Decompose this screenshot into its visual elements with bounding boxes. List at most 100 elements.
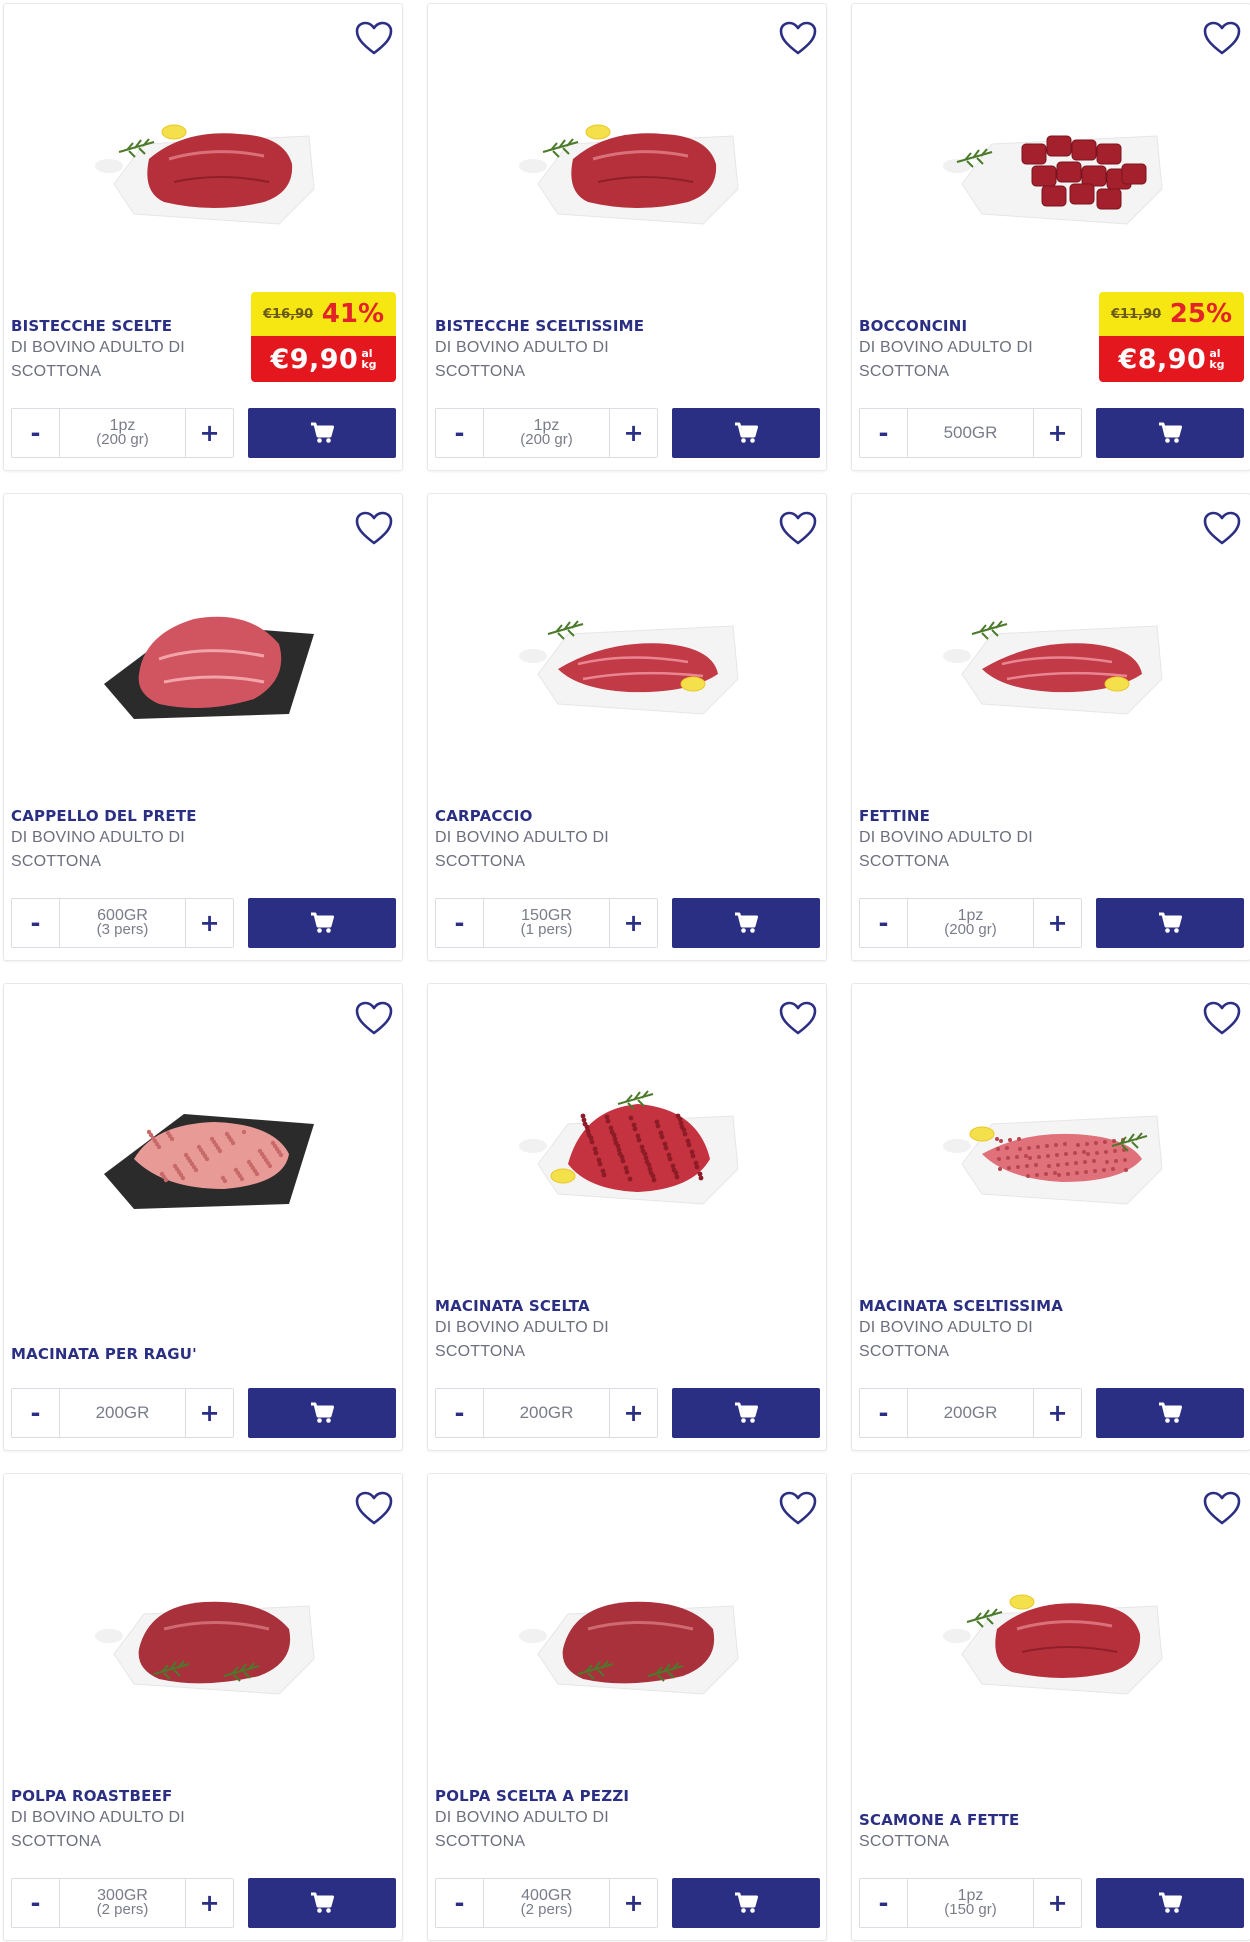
price-unit: al kg (1209, 347, 1225, 371)
product-card: MACINATA SCELTISSIMA DI BOVINO ADULTO DI… (851, 983, 1250, 1451)
decrease-quantity-button[interactable]: - (860, 1389, 908, 1437)
product-subtitle-line2: SCOTTONA (435, 1343, 526, 1360)
add-to-cart-button[interactable] (672, 898, 820, 948)
product-name[interactable]: MACINATA SCELTA (435, 1296, 675, 1316)
decrease-quantity-button[interactable]: - (436, 1879, 484, 1927)
decrease-quantity-button[interactable]: - (12, 409, 60, 457)
add-to-cart-button[interactable] (1096, 1388, 1244, 1438)
product-grid: BISTECCHE SCELTE DI BOVINO ADULTO DI SCO… (0, 0, 1250, 1942)
product-name[interactable]: BISTECCHE SCELTISSIME (435, 316, 675, 336)
decrease-quantity-button[interactable]: - (860, 1879, 908, 1927)
quantity-sub: (1 pers) (520, 921, 573, 938)
add-to-cart-button[interactable] (248, 1388, 396, 1438)
product-image[interactable] (912, 564, 1192, 734)
product-card: SCAMONE A FETTE SCOTTONA - 1pz (150 gr) … (851, 1473, 1250, 1941)
product-subtitle-line2: SCOTTONA (11, 363, 102, 380)
increase-quantity-button[interactable]: + (185, 1389, 233, 1437)
add-to-cart-button[interactable] (672, 408, 820, 458)
product-info: CAPPELLO DEL PRETE DI BOVINO ADULTO DI S… (11, 806, 251, 874)
wishlist-heart-icon[interactable] (778, 20, 818, 56)
increase-quantity-button[interactable]: + (185, 409, 233, 457)
decrease-quantity-button[interactable]: - (436, 409, 484, 457)
increase-quantity-button[interactable]: + (609, 899, 657, 947)
increase-quantity-button[interactable]: + (609, 1389, 657, 1437)
add-to-cart-button[interactable] (672, 1388, 820, 1438)
wishlist-heart-icon[interactable] (354, 510, 394, 546)
shopping-cart-icon (311, 912, 334, 933)
product-name[interactable]: CAPPELLO DEL PRETE (11, 806, 251, 826)
product-name[interactable]: POLPA SCELTA A PEZZI (435, 1786, 675, 1806)
wishlist-heart-icon[interactable] (778, 1490, 818, 1526)
product-image[interactable] (64, 564, 344, 734)
product-subtitle-line2: SCOTTONA (859, 853, 950, 870)
add-to-cart-button[interactable] (248, 1878, 396, 1928)
product-subtitle-line1: DI BOVINO ADULTO DI (11, 339, 185, 356)
product-image[interactable] (488, 1544, 768, 1714)
product-name[interactable]: BISTECCHE SCELTE (11, 316, 251, 336)
product-image[interactable] (64, 74, 344, 244)
quantity-value: 500GR (908, 409, 1033, 457)
wishlist-heart-icon[interactable] (1202, 1000, 1242, 1036)
shopping-cart-icon (311, 1892, 334, 1913)
add-to-cart-button[interactable] (248, 408, 396, 458)
quantity-stepper: - 400GR (2 pers) + (435, 1878, 658, 1928)
increase-quantity-button[interactable]: + (609, 409, 657, 457)
product-name[interactable]: POLPA ROASTBEEF (11, 1786, 251, 1806)
product-image[interactable] (488, 564, 768, 734)
increase-quantity-button[interactable]: + (609, 1879, 657, 1927)
decrease-quantity-button[interactable]: - (436, 899, 484, 947)
product-image[interactable] (64, 1054, 344, 1224)
increase-quantity-button[interactable]: + (1033, 1879, 1081, 1927)
increase-quantity-button[interactable]: + (1033, 899, 1081, 947)
wishlist-heart-icon[interactable] (1202, 20, 1242, 56)
product-name[interactable]: MACINATA SCELTISSIMA (859, 1296, 1099, 1316)
promo-badge: €11,90 25% €8,90 al kg (1099, 292, 1244, 382)
discount-percent: 25% (1169, 299, 1232, 329)
decrease-quantity-button[interactable]: - (12, 899, 60, 947)
product-image[interactable] (912, 1544, 1192, 1714)
product-subtitle-line1: DI BOVINO ADULTO DI (435, 1809, 609, 1826)
decrease-quantity-button[interactable]: - (12, 1879, 60, 1927)
decrease-quantity-button[interactable]: - (12, 1389, 60, 1437)
add-to-cart-button[interactable] (1096, 408, 1244, 458)
increase-quantity-button[interactable]: + (185, 1879, 233, 1927)
wishlist-heart-icon[interactable] (354, 20, 394, 56)
increase-quantity-button[interactable]: + (1033, 1389, 1081, 1437)
product-name[interactable]: MACINATA PER RAGU' (11, 1344, 251, 1364)
wishlist-heart-icon[interactable] (1202, 510, 1242, 546)
product-name[interactable]: CARPACCIO (435, 806, 675, 826)
wishlist-heart-icon[interactable] (354, 1490, 394, 1526)
product-info: SCAMONE A FETTE SCOTTONA (859, 1810, 1099, 1854)
product-name[interactable]: FETTINE (859, 806, 1099, 826)
increase-quantity-button[interactable]: + (185, 899, 233, 947)
quantity-value: 1pz (150 gr) (908, 1879, 1033, 1927)
add-to-cart-button[interactable] (672, 1878, 820, 1928)
product-image[interactable] (488, 1054, 768, 1224)
product-image[interactable] (912, 1054, 1192, 1224)
product-image[interactable] (64, 1544, 344, 1714)
decrease-quantity-button[interactable]: - (860, 409, 908, 457)
quantity-value: 400GR (2 pers) (484, 1879, 609, 1927)
wishlist-heart-icon[interactable] (778, 1000, 818, 1036)
decrease-quantity-button[interactable]: - (436, 1389, 484, 1437)
decrease-quantity-button[interactable]: - (860, 899, 908, 947)
product-name[interactable]: BOCCONCINI (859, 316, 1099, 336)
add-to-cart-button[interactable] (1096, 1878, 1244, 1928)
product-image[interactable] (912, 74, 1192, 244)
product-info: MACINATA PER RAGU' (11, 1344, 251, 1364)
product-image[interactable] (488, 74, 768, 244)
promo-price: €9,90 (270, 343, 359, 375)
thin-slices-illustration (519, 620, 739, 715)
wishlist-heart-icon[interactable] (1202, 1490, 1242, 1526)
product-subtitle-line1: DI BOVINO ADULTO DI (11, 829, 185, 846)
quantity-sub: (200 gr) (944, 921, 997, 938)
wishlist-heart-icon[interactable] (354, 1000, 394, 1036)
mince-mound-illustration (519, 1090, 739, 1205)
increase-quantity-button[interactable]: + (1033, 409, 1081, 457)
add-to-cart-button[interactable] (248, 898, 396, 948)
add-to-cart-button[interactable] (1096, 898, 1244, 948)
product-name[interactable]: SCAMONE A FETTE (859, 1810, 1099, 1830)
wishlist-heart-icon[interactable] (778, 510, 818, 546)
quantity-value: 1pz (200 gr) (60, 409, 185, 457)
quantity-stepper: - 1pz (200 gr) + (435, 408, 658, 458)
